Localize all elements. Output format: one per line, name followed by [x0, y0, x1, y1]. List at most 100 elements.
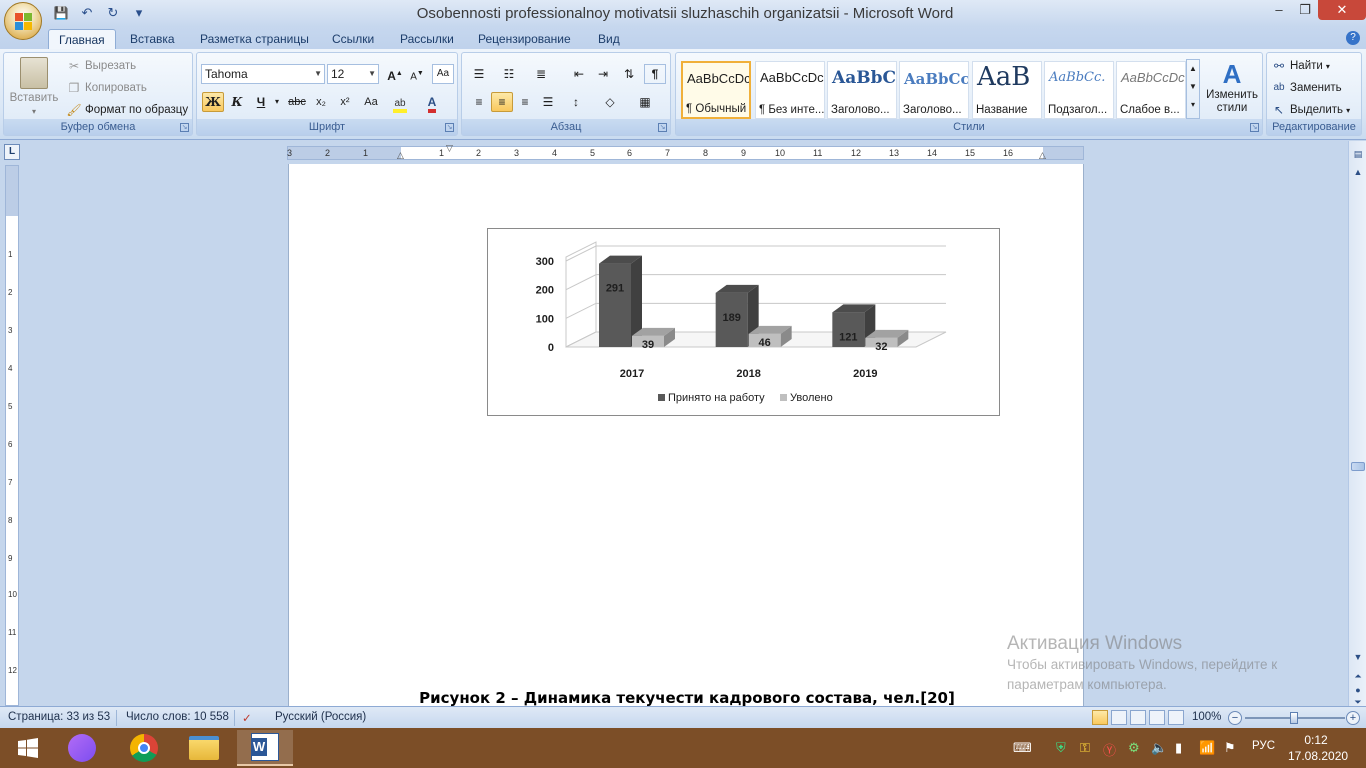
- document-area[interactable]: 0 100 200 300 291 39 2017 189 46 2018 121 32 2019 При…: [22, 164, 1348, 706]
- align-center-icon[interactable]: ≡: [491, 92, 513, 112]
- zoom-slider-thumb[interactable]: [1290, 712, 1298, 724]
- style-heading-1[interactable]: AaBbC Заголово...: [827, 61, 897, 119]
- change-case-button[interactable]: Aa: [358, 92, 384, 112]
- network-icon[interactable]: 📶: [1199, 740, 1215, 756]
- style-subtitle[interactable]: AaBbCc. Подзагол...: [1044, 61, 1114, 119]
- tab-view[interactable]: Вид: [588, 29, 630, 49]
- tab-references[interactable]: Ссылки: [322, 29, 384, 49]
- clear-format-icon[interactable]: Aa: [432, 64, 454, 84]
- shrink-font-icon[interactable]: A▼: [406, 64, 428, 84]
- line-spacing-icon[interactable]: ↕: [565, 92, 587, 112]
- align-left-icon[interactable]: ≡: [468, 92, 490, 112]
- cut-button[interactable]: ✂ Вырезать: [66, 58, 136, 74]
- maximize-button[interactable]: ❐: [1292, 0, 1318, 20]
- font-size-combo[interactable]: 12 ▼: [327, 64, 379, 84]
- file-explorer-icon[interactable]: [176, 730, 232, 766]
- system-clock[interactable]: 0:12 17.08.2020: [1288, 732, 1348, 764]
- multilevel-list-icon[interactable]: ≣: [530, 64, 552, 84]
- chart-frame[interactable]: 0 100 200 300 291 39 2017 189 46 2018 121 32 2019 При…: [487, 228, 1000, 416]
- clipboard-launcher-icon[interactable]: ↘: [180, 123, 189, 132]
- format-painter-button[interactable]: 🖌 Формат по образцу: [66, 102, 188, 118]
- styles-scroll-icon[interactable]: ▲ ▼ ▾: [1186, 59, 1200, 119]
- decrease-indent-icon[interactable]: ⇤: [568, 64, 590, 84]
- style-title[interactable]: AaB Название: [972, 61, 1042, 119]
- select-button[interactable]: ↖ Выделить ▾: [1271, 102, 1350, 118]
- replace-button[interactable]: ab Заменить: [1271, 80, 1341, 96]
- input-language[interactable]: РУС: [1252, 740, 1275, 752]
- font-family-combo[interactable]: Tahoma ▼: [201, 64, 325, 84]
- font-color-icon[interactable]: A: [421, 92, 443, 113]
- print-layout-icon[interactable]: [1092, 710, 1108, 725]
- borders-icon[interactable]: ▦: [634, 92, 656, 112]
- subscript-button[interactable]: x₂: [310, 92, 332, 112]
- tab-insert[interactable]: Вставка: [120, 29, 185, 49]
- highlight-icon[interactable]: ab: [389, 92, 411, 113]
- first-line-indent-marker[interactable]: ▽: [446, 143, 453, 154]
- chrome-icon[interactable]: [116, 730, 172, 766]
- document-page[interactable]: 0 100 200 300 291 39 2017 189 46 2018 121 32 2019 При…: [288, 164, 1084, 706]
- sort-icon[interactable]: ⇅: [618, 64, 640, 84]
- scroll-up-icon[interactable]: ▲: [1351, 165, 1365, 179]
- left-indent-marker[interactable]: △: [397, 150, 404, 161]
- tab-mailings[interactable]: Рассылки: [390, 29, 464, 49]
- close-button[interactable]: ✕: [1318, 0, 1366, 20]
- paste-button[interactable]: Вставить ▾: [8, 57, 60, 117]
- previous-page-icon[interactable]: ⏶: [1351, 669, 1365, 683]
- italic-button[interactable]: К: [226, 92, 248, 112]
- help-icon[interactable]: ?: [1346, 31, 1360, 45]
- bullets-icon[interactable]: ☰: [468, 64, 490, 84]
- utility-icon[interactable]: ⚙: [1128, 740, 1140, 756]
- vertical-ruler[interactable]: 1 2 3 4 5 6 7 8 9 10 11 12: [5, 165, 19, 706]
- zoom-out-icon[interactable]: −: [1228, 711, 1242, 725]
- full-screen-reading-icon[interactable]: [1111, 710, 1127, 725]
- shield-icon[interactable]: ⛨: [1056, 740, 1066, 756]
- language-indicator[interactable]: Русский (Россия): [275, 711, 366, 723]
- alice-assistant-icon[interactable]: [54, 730, 110, 766]
- web-layout-icon[interactable]: [1130, 710, 1146, 725]
- increase-indent-icon[interactable]: ⇥: [592, 64, 614, 84]
- change-styles-button[interactable]: A Изменить стили: [1204, 59, 1260, 115]
- numbering-icon[interactable]: ☷: [498, 64, 520, 84]
- paragraph-launcher-icon[interactable]: ↘: [658, 123, 667, 132]
- page-count[interactable]: Страница: 33 из 53: [8, 711, 110, 723]
- volume-icon[interactable]: 🔈: [1151, 740, 1167, 756]
- vertical-scrollbar[interactable]: ▤ ▲ ▼ ⏶ ● ⏷: [1348, 141, 1366, 707]
- zoom-level[interactable]: 100%: [1192, 711, 1221, 723]
- outline-icon[interactable]: [1149, 710, 1165, 725]
- find-button[interactable]: ⚯ Найти ▾: [1271, 58, 1330, 74]
- zoom-in-icon[interactable]: +: [1346, 711, 1360, 725]
- styles-launcher-icon[interactable]: ↘: [1250, 123, 1259, 132]
- style-no-spacing[interactable]: AaBbCcDc ¶ Без инте...: [755, 61, 825, 119]
- align-right-icon[interactable]: ≡: [514, 92, 536, 112]
- tab-page-layout[interactable]: Разметка страницы: [190, 29, 319, 49]
- word-taskbar-icon[interactable]: W: [237, 730, 293, 766]
- superscript-button[interactable]: x²: [334, 92, 356, 112]
- battery-icon[interactable]: ▮: [1175, 740, 1182, 756]
- office-button[interactable]: [4, 2, 42, 40]
- scroll-thumb[interactable]: [1351, 462, 1365, 471]
- start-button[interactable]: [0, 730, 56, 766]
- scroll-down-icon[interactable]: ▼: [1351, 650, 1365, 664]
- horizontal-ruler[interactable]: 3 2 1 1 2 3 4 5 6 7 8 9 10 11 12 13 14 1…: [287, 143, 1084, 161]
- bold-button[interactable]: Ж: [202, 92, 224, 112]
- notification-flag-icon[interactable]: ⚑: [1224, 740, 1236, 756]
- minimize-button[interactable]: ‒: [1266, 0, 1292, 20]
- font-launcher-icon[interactable]: ↘: [445, 123, 454, 132]
- justify-icon[interactable]: ☰: [537, 92, 559, 112]
- tab-review[interactable]: Рецензирование: [468, 29, 581, 49]
- right-indent-marker[interactable]: △: [1039, 150, 1046, 161]
- chevron-down-icon[interactable]: ▾: [272, 92, 282, 112]
- style-normal[interactable]: AaBbCcDc ¶ Обычный: [681, 61, 751, 119]
- copy-button[interactable]: ❐ Копировать: [66, 80, 147, 96]
- style-subtle-emphasis[interactable]: AaBbCcDc Слабое в...: [1116, 61, 1186, 119]
- draft-icon[interactable]: [1168, 710, 1184, 725]
- strikethrough-button[interactable]: abc: [284, 92, 310, 112]
- tab-selector[interactable]: L: [4, 144, 20, 160]
- keyboard-icon[interactable]: ⌨: [1013, 740, 1032, 756]
- style-heading-2[interactable]: AaBbCc Заголово...: [899, 61, 969, 119]
- yandex-browser-icon[interactable]: Ⓨ: [1103, 740, 1116, 759]
- tab-home[interactable]: Главная: [48, 29, 116, 49]
- grow-font-icon[interactable]: A▲: [384, 64, 406, 84]
- proofing-icon[interactable]: ✓: [242, 711, 252, 725]
- view-ruler-icon[interactable]: ▤: [1351, 147, 1365, 161]
